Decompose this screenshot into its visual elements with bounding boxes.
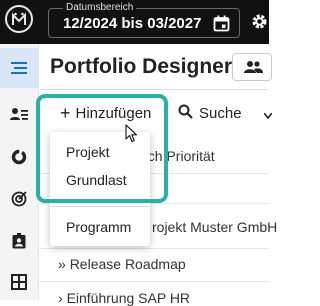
person-list-icon[interactable] bbox=[0, 94, 38, 134]
mouse-cursor-icon bbox=[125, 124, 138, 148]
list-item[interactable]: › Einführung SAP HR bbox=[58, 290, 190, 306]
users-button[interactable] bbox=[232, 53, 272, 81]
add-button[interactable]: + Hinzufügen bbox=[52, 98, 162, 128]
header-divider bbox=[39, 89, 269, 90]
add-button-label: Hinzufügen bbox=[75, 104, 152, 122]
top-bar: Datumsbereich 12/2024 bis 03/2027 bbox=[0, 0, 269, 44]
gear-icon[interactable] bbox=[250, 12, 269, 36]
menu-item-programm[interactable]: Programm bbox=[50, 213, 150, 241]
row-divider bbox=[39, 248, 269, 249]
search-icon bbox=[178, 104, 193, 123]
double-chevron-icon: » bbox=[58, 256, 66, 272]
target-icon[interactable] bbox=[0, 179, 38, 219]
group-by-text: ach Priorität bbox=[140, 148, 215, 164]
menu-item-grundlast[interactable]: Grundlast bbox=[50, 166, 150, 194]
list-item-label: Einführung SAP HR bbox=[66, 290, 191, 306]
badge-icon[interactable] bbox=[0, 221, 38, 261]
logo[interactable] bbox=[5, 5, 33, 33]
search-button[interactable]: Suche bbox=[178, 98, 242, 128]
date-range-label: Datumsbereich bbox=[63, 2, 137, 14]
list-item-label: Release Roadmap bbox=[69, 256, 186, 272]
search-button-label: Suche bbox=[199, 104, 242, 122]
chevron-right-icon: › bbox=[58, 290, 63, 306]
grid-icon[interactable] bbox=[0, 262, 38, 302]
calendar-icon[interactable] bbox=[213, 15, 230, 37]
sidebar bbox=[0, 44, 39, 300]
chevron-down-icon[interactable] bbox=[263, 106, 273, 124]
plus-icon: + bbox=[60, 103, 71, 123]
sidebar-menu-icon[interactable] bbox=[0, 48, 38, 88]
row-divider bbox=[39, 281, 269, 282]
date-range-field[interactable]: Datumsbereich 12/2024 bis 03/2027 bbox=[48, 2, 240, 38]
date-range-value: 12/2024 bis 03/2027 bbox=[63, 15, 202, 32]
menu-divider bbox=[50, 206, 150, 207]
add-menu: Projekt Grundlast Programm bbox=[50, 132, 150, 246]
donut-chart-icon[interactable] bbox=[0, 137, 38, 177]
list-item[interactable]: rojekt Muster GmbH bbox=[152, 219, 277, 235]
list-item[interactable]: » Release Roadmap bbox=[58, 256, 186, 272]
page-title: Portfolio Designer bbox=[50, 55, 233, 78]
